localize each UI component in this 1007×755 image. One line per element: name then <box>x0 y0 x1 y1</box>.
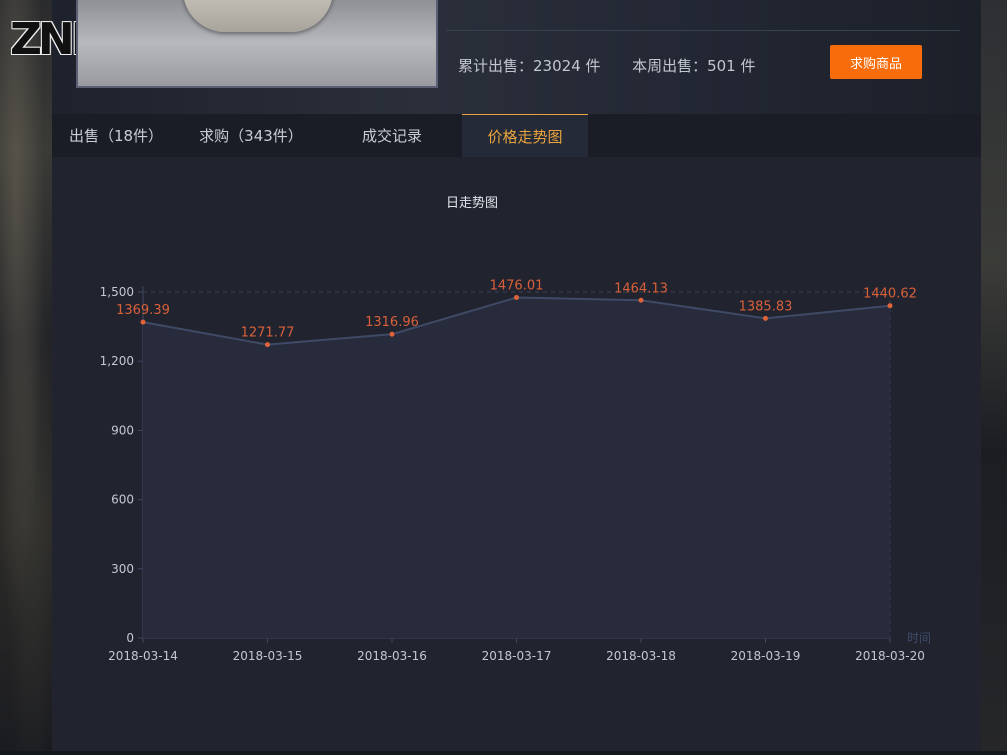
sales-stats: 累计出售：23024 件 本周出售：501 件 <box>458 55 756 76</box>
data-point <box>763 315 768 321</box>
x-axis-label: 时间 <box>907 631 931 645</box>
total-sold-label: 累计出售： <box>458 57 534 75</box>
data-label: 1316.96 <box>365 315 419 330</box>
tab-buying[interactable]: 求购（343件） <box>180 114 322 157</box>
item-image <box>76 0 438 88</box>
item-artwork <box>183 0 333 32</box>
tab-selling[interactable]: 出售（18件） <box>52 114 180 157</box>
header-divider <box>446 30 960 31</box>
x-tick-label: 2018-03-16 <box>357 649 427 663</box>
y-tick-label: 900 <box>111 423 134 437</box>
y-tick-label: 600 <box>111 493 134 507</box>
buy-request-button[interactable]: 求购商品 <box>830 45 922 79</box>
series-area <box>143 297 890 638</box>
site-logo: ZNI <box>10 14 87 65</box>
price-trend-chart: 日走势图 0 300 600 900 1,200 1,500 2018-03-14 2018-… <box>100 195 931 663</box>
y-tick-label: 1,200 <box>100 354 134 368</box>
x-tick-label: 2018-03-14 <box>108 649 178 663</box>
data-point <box>265 342 270 348</box>
data-point <box>638 297 644 303</box>
data-point <box>887 303 893 309</box>
background-left <box>0 0 52 751</box>
data-label: 1369.39 <box>116 303 170 318</box>
x-tick-label: 2018-03-20 <box>855 649 925 663</box>
data-label: 1385.83 <box>739 299 793 314</box>
data-point <box>140 319 146 325</box>
data-label: 1440.62 <box>863 287 917 302</box>
total-sold-unit: 件 <box>580 57 601 75</box>
y-tick-label: 0 <box>126 631 134 645</box>
week-sold-unit: 件 <box>735 57 756 75</box>
week-sold-label: 本周出售： <box>632 57 708 75</box>
week-sold-value: 501 <box>707 57 736 75</box>
data-label: 1271.77 <box>241 326 295 341</box>
data-point <box>389 331 395 337</box>
tab-price-trend[interactable]: 价格走势图 <box>462 114 588 157</box>
chart-title: 日走势图 <box>446 195 498 211</box>
tab-bar: 出售（18件） 求购（343件） 成交记录 价格走势图 <box>52 114 981 157</box>
x-tick-label: 2018-03-18 <box>606 649 676 663</box>
chart-panel: 日走势图 0 300 600 900 1,200 1,500 2018-03-14 2018-… <box>52 157 981 751</box>
x-tick-label: 2018-03-15 <box>233 649 303 663</box>
data-label: 1464.13 <box>614 281 668 296</box>
data-label: 1476.01 <box>490 279 544 294</box>
tab-transactions[interactable]: 成交记录 <box>322 114 462 157</box>
total-sold-value: 23024 <box>533 57 581 75</box>
data-point <box>514 295 519 301</box>
y-tick-label: 300 <box>111 562 134 576</box>
background-right <box>981 0 1007 751</box>
x-tick-label: 2018-03-17 <box>482 649 552 663</box>
y-tick-label: 1,500 <box>100 285 134 299</box>
x-tick-label: 2018-03-19 <box>731 649 801 663</box>
